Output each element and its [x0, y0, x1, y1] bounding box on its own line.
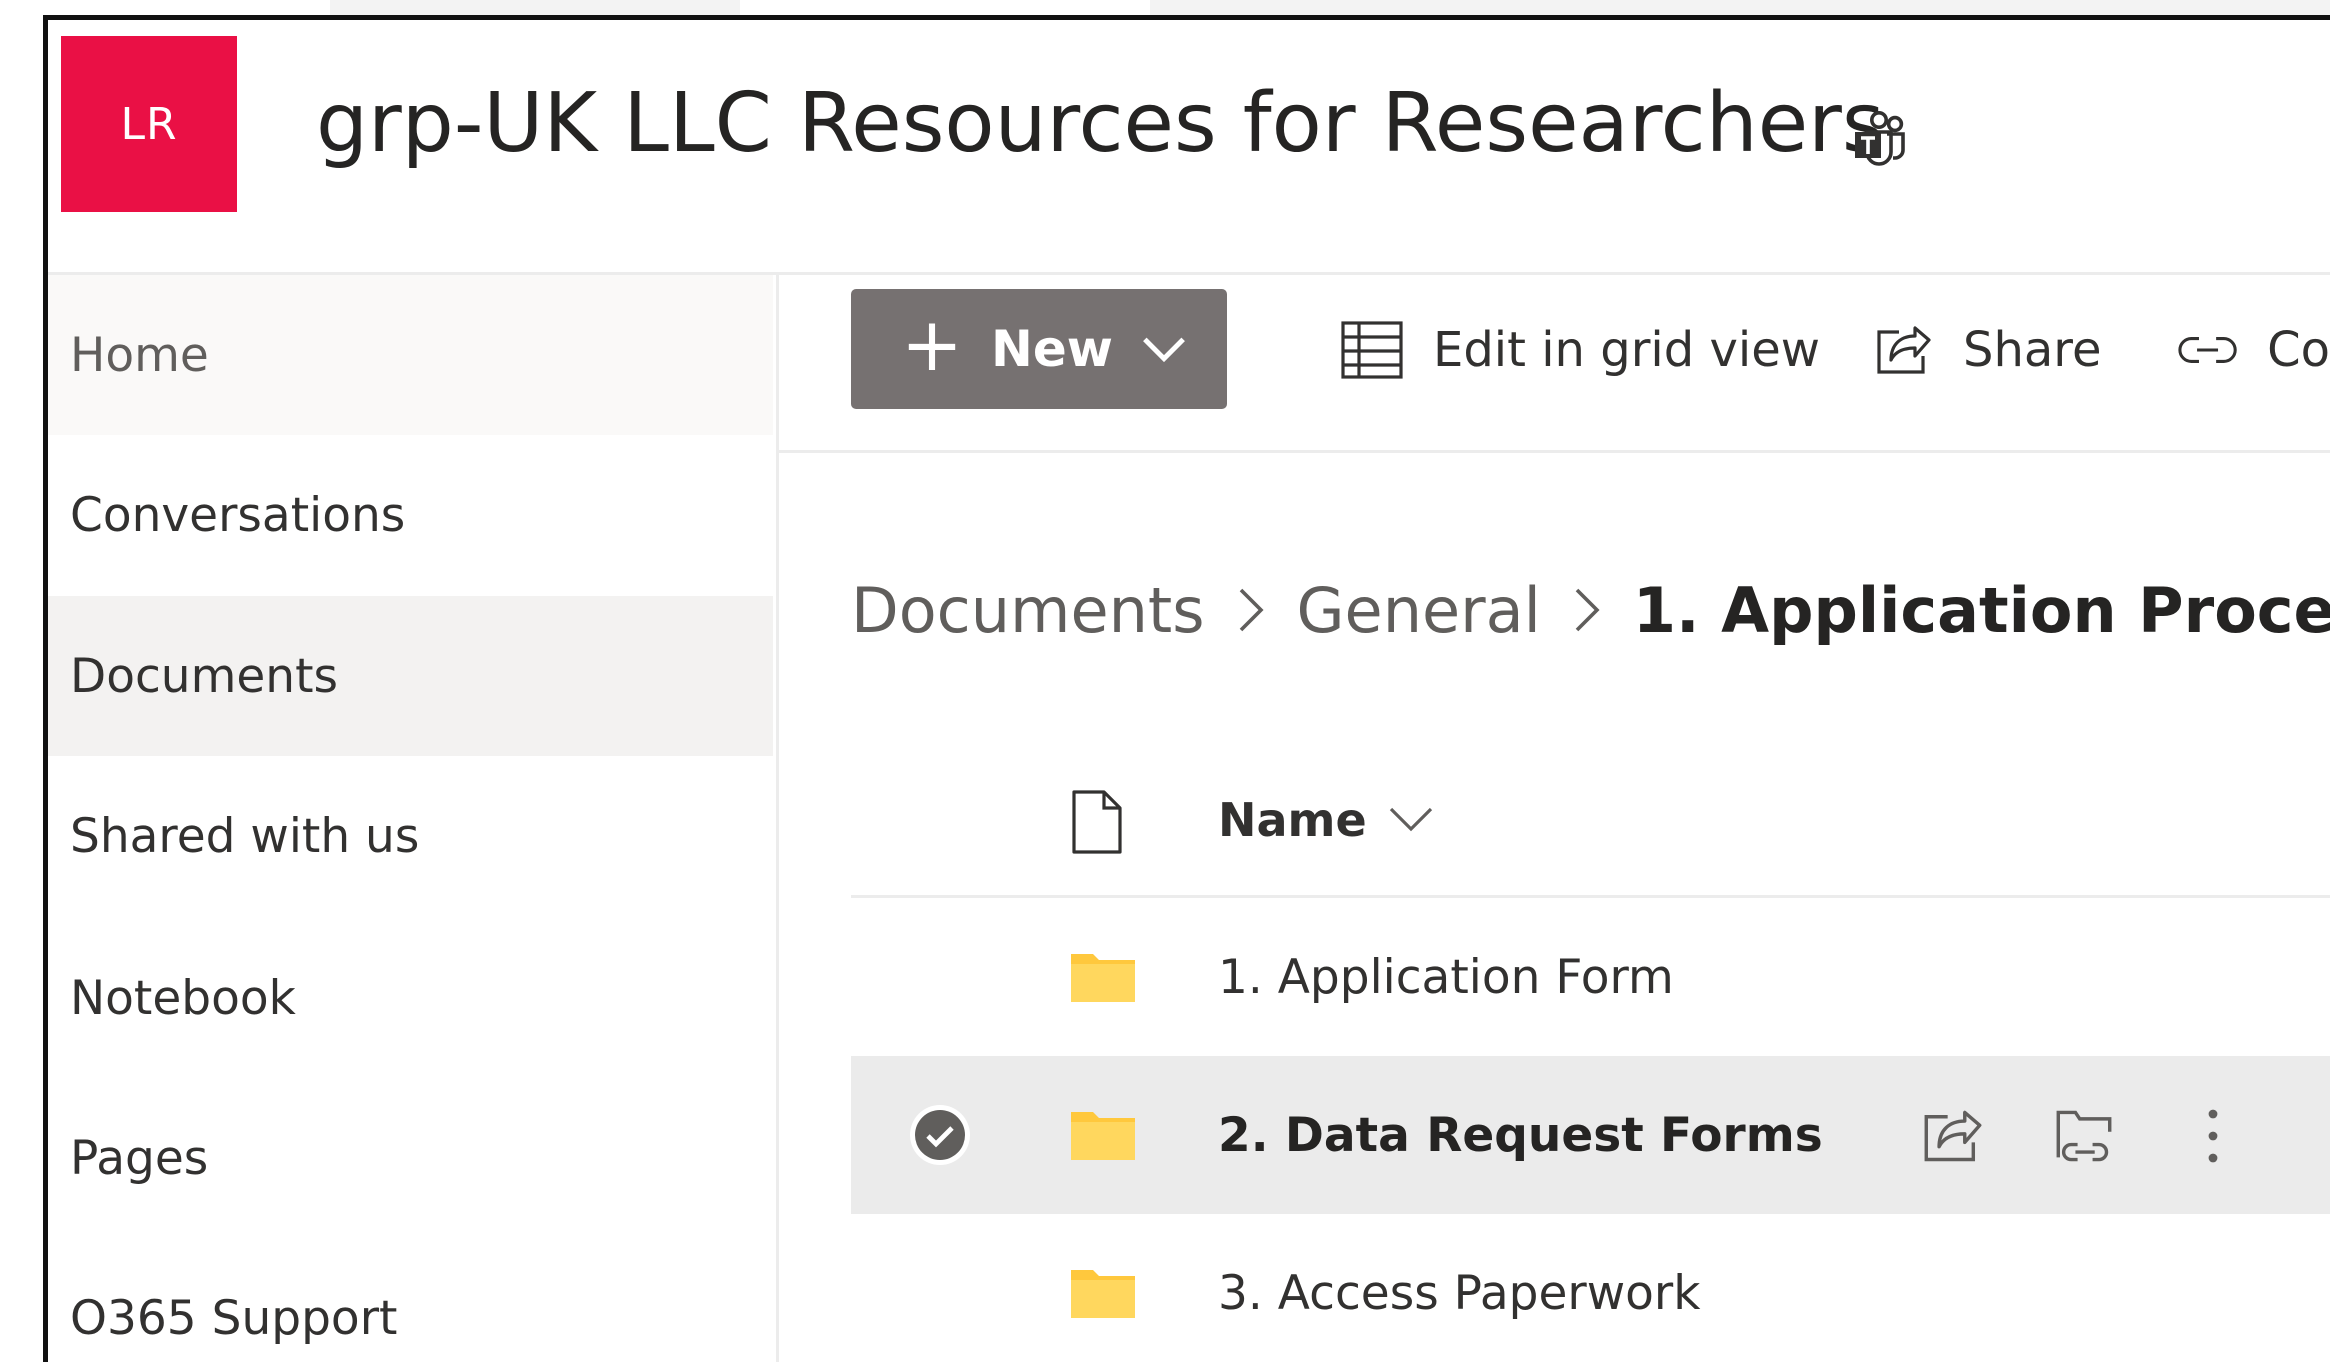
folder-icon — [1071, 1270, 1135, 1318]
nav-item-label: Conversations — [70, 487, 406, 543]
edit-in-grid-view-label: Edit in grid view — [1433, 322, 1821, 378]
nav-item-pages[interactable]: Pages — [48, 1078, 773, 1238]
list-item[interactable]: 3. Access Paperwork — [851, 1214, 2330, 1372]
breadcrumb-item-documents[interactable]: Documents — [851, 574, 1205, 647]
copy-link-label: Co — [2267, 322, 2330, 378]
share-button[interactable]: Share — [1875, 310, 2102, 390]
new-button[interactable]: + New — [851, 289, 1227, 409]
site-header: LR grp-UK LLC Resources for Researchers — [48, 20, 2330, 275]
list-item-name[interactable]: 1. Application Form — [1218, 898, 1674, 1056]
file-type-icon[interactable] — [1070, 790, 1124, 854]
list-item-name[interactable]: 2. Data Request Forms — [1218, 1056, 1823, 1214]
plus-icon: + — [901, 302, 964, 388]
nav-item-shared-with-us[interactable]: Shared with us — [48, 756, 773, 916]
breadcrumb: Documents General 1. Application Process — [851, 560, 2330, 660]
chevron-right-icon — [1239, 588, 1264, 632]
nav-item-home[interactable]: Home — [48, 275, 773, 435]
copy-link-icon[interactable] — [2051, 1106, 2117, 1166]
grid-view-icon — [1341, 321, 1403, 379]
nav-item-documents[interactable]: Documents — [48, 596, 773, 756]
more-vertical-icon[interactable] — [2203, 1106, 2223, 1166]
nav-item-conversations[interactable]: Conversations — [48, 435, 773, 595]
nav-item-label: Documents — [70, 648, 338, 704]
left-navigation: Home Conversations Documents Shared with… — [48, 275, 779, 1362]
edit-in-grid-view-button[interactable]: Edit in grid view — [1341, 310, 1820, 390]
nav-item-label: Shared with us — [70, 808, 420, 864]
site-logo[interactable]: LR — [61, 36, 237, 212]
nav-item-o365-support[interactable]: O365 Support — [48, 1238, 773, 1362]
share-icon[interactable] — [1922, 1106, 1984, 1166]
nav-item-label: Notebook — [70, 970, 296, 1026]
nav-item-notebook[interactable]: Notebook — [48, 918, 773, 1078]
check-circle-icon[interactable] — [908, 1103, 972, 1167]
list-item[interactable]: 1. Application Form — [851, 898, 2330, 1056]
link-icon — [2178, 337, 2237, 363]
copy-link-button[interactable]: Co — [2178, 310, 2330, 390]
site-title[interactable]: grp-UK LLC Resources for Researchers — [316, 76, 1885, 171]
chevron-down-icon — [1143, 337, 1185, 363]
breadcrumb-item-general[interactable]: General — [1297, 574, 1541, 647]
teams-icon[interactable] — [1851, 108, 1915, 172]
list-item[interactable]: 2. Data Request Forms — [851, 1056, 2330, 1214]
column-header-name[interactable]: Name — [1218, 790, 1433, 850]
sort-chevron-icon — [1389, 807, 1432, 832]
share-label: Share — [1963, 322, 2102, 378]
folder-icon — [1071, 1112, 1135, 1160]
chevron-right-icon — [1575, 588, 1600, 632]
list-item-name[interactable]: 3. Access Paperwork — [1218, 1214, 1700, 1372]
nav-item-label: Pages — [70, 1130, 209, 1186]
nav-item-label: Home — [70, 327, 209, 383]
new-button-label: New — [991, 320, 1113, 378]
nav-item-label: O365 Support — [70, 1290, 398, 1346]
share-icon — [1877, 326, 1931, 374]
site-logo-initials: LR — [120, 98, 178, 150]
column-header-name-label: Name — [1218, 793, 1367, 847]
background-strip — [1150, 0, 2330, 16]
folder-icon — [1071, 954, 1135, 1002]
background-strip — [330, 0, 740, 16]
breadcrumb-current: 1. Application Process — [1632, 573, 2330, 647]
